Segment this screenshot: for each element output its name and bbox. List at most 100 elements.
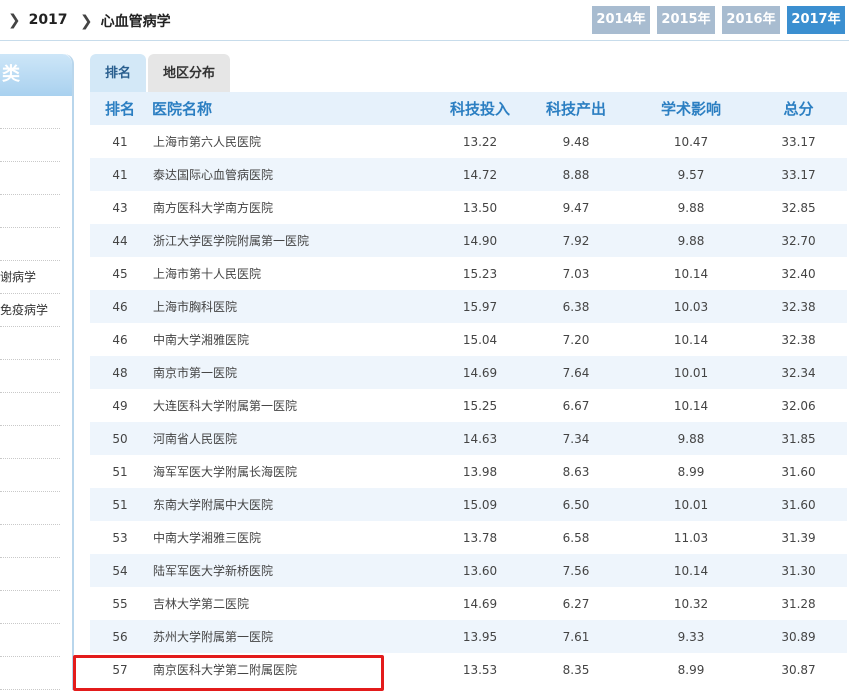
cell-output: 8.63 — [562, 464, 590, 479]
cell-academic: 10.32 — [673, 596, 709, 611]
table-row[interactable]: 43 南方医科大学南方医院 13.50 9.47 9.88 32.85 — [90, 191, 847, 224]
sidebar-item[interactable] — [0, 162, 60, 195]
cell-hospital-name: 上海市第十人民医院 — [153, 267, 262, 281]
cell-hospital-name: 上海市胸科医院 — [153, 300, 238, 314]
table-row[interactable]: 45 上海市第十人民医院 15.23 7.03 10.14 32.40 — [90, 257, 847, 290]
year-selector: 2014年 2015年 2016年 2017年 — [592, 6, 845, 34]
sidebar-item[interactable] — [0, 327, 60, 360]
cell-total: 31.30 — [781, 563, 816, 578]
sidebar-list: 谢病学 免疫病学 — [0, 96, 72, 690]
table-row[interactable]: 56 苏州大学附属第一医院 13.95 7.61 9.33 30.89 — [90, 620, 847, 653]
cell-rank: 45 — [112, 266, 128, 281]
table-row[interactable]: 49 大连医科大学附属第一医院 15.25 6.67 10.14 32.06 — [90, 389, 847, 422]
cell-hospital-name: 河南省人民医院 — [153, 432, 238, 446]
cell-invest: 15.25 — [462, 398, 498, 413]
table-row[interactable]: 46 上海市胸科医院 15.97 6.38 10.03 32.38 — [90, 290, 847, 323]
breadcrumb-subject[interactable]: ❯ 心血管病学 — [80, 11, 171, 31]
cell-output: 6.27 — [562, 596, 590, 611]
table-row[interactable]: 57 南京医科大学第二附属医院 13.53 8.35 8.99 30.87 — [90, 653, 847, 686]
table-row[interactable]: 55 吉林大学第二医院 14.69 6.27 10.32 31.28 — [90, 587, 847, 620]
table-row[interactable]: 51 海军军医大学附属长海医院 13.98 8.63 8.99 31.60 — [90, 455, 847, 488]
cell-invest: 13.78 — [462, 530, 498, 545]
table-row[interactable]: 44 浙江大学医学院附属第一医院 14.90 7.92 9.88 32.70 — [90, 224, 847, 257]
sidebar-item[interactable] — [0, 360, 60, 393]
cell-academic: 9.33 — [677, 629, 705, 644]
cell-hospital-name: 中南大学湘雅医院 — [153, 333, 250, 347]
cell-invest: 14.69 — [462, 596, 498, 611]
sidebar-item[interactable] — [0, 492, 60, 525]
cell-total: 31.39 — [781, 530, 816, 545]
year-button-2016[interactable]: 2016年 — [722, 6, 780, 34]
top-bar: ❯ 2017 ❯ 心血管病学 2014年 2015年 2016年 2017年 — [0, 0, 849, 41]
sidebar-item[interactable] — [0, 426, 60, 459]
cell-rank: 43 — [112, 200, 128, 215]
table-row[interactable]: 41 上海市第六人民医院 13.22 9.48 10.47 33.17 — [90, 125, 847, 158]
cell-total: 33.17 — [781, 167, 816, 182]
sidebar-item[interactable] — [0, 459, 60, 492]
sidebar-item[interactable] — [0, 129, 60, 162]
cell-rank: 49 — [112, 398, 128, 413]
cell-output: 7.56 — [562, 563, 590, 578]
cell-rank: 41 — [112, 167, 128, 182]
cell-academic: 10.01 — [673, 497, 709, 512]
cell-hospital-name: 中南大学湘雅三医院 — [153, 531, 262, 545]
col-invest-header[interactable]: 科技投入 — [440, 98, 520, 119]
cell-total: 32.40 — [781, 266, 816, 281]
cell-invest: 14.90 — [462, 233, 498, 248]
tab-bar: 排名 地区分布 — [90, 54, 230, 92]
cell-output: 7.20 — [562, 332, 590, 347]
cell-academic: 8.99 — [677, 662, 705, 677]
table-row[interactable]: 41 泰达国际心血管病医院 14.72 8.88 9.57 33.17 — [90, 158, 847, 191]
cell-hospital-name: 泰达国际心血管病医院 — [153, 168, 274, 182]
cell-hospital-name: 上海市第六人民医院 — [153, 135, 262, 149]
cell-invest: 13.95 — [462, 629, 498, 644]
breadcrumb-year-label: 2017 — [28, 12, 68, 28]
tab-ranking[interactable]: 排名 — [90, 54, 146, 92]
cell-rank: 56 — [112, 629, 128, 644]
sidebar-item[interactable] — [0, 591, 60, 624]
cell-output: 7.03 — [562, 266, 590, 281]
breadcrumb-year[interactable]: ❯ 2017 — [8, 11, 68, 29]
col-output-header[interactable]: 科技产出 — [520, 98, 632, 119]
cell-rank: 41 — [112, 134, 128, 149]
sidebar-item[interactable]: 免疫病学 — [0, 294, 60, 327]
cell-rank: 55 — [112, 596, 128, 611]
sidebar-item[interactable] — [0, 525, 60, 558]
cell-invest: 15.23 — [462, 266, 498, 281]
sidebar-item[interactable] — [0, 558, 60, 591]
cell-academic: 9.88 — [677, 431, 705, 446]
sidebar-item[interactable] — [0, 96, 60, 129]
sidebar-item[interactable] — [0, 624, 60, 657]
table-body: 41 上海市第六人民医院 13.22 9.48 10.47 33.17 41 泰达国际心血管病… — [90, 125, 847, 686]
cell-rank: 48 — [112, 365, 128, 380]
sidebar-item[interactable] — [0, 228, 60, 261]
ranking-table: 排名 医院名称 科技投入 科技产出 学术影响 总分 41 上海市第六人民医院 13.… — [90, 92, 847, 686]
year-button-2014[interactable]: 2014年 — [592, 6, 650, 34]
table-row[interactable]: 46 中南大学湘雅医院 15.04 7.20 10.14 32.38 — [90, 323, 847, 356]
cell-invest: 13.60 — [462, 563, 498, 578]
col-rank-header[interactable]: 排名 — [90, 98, 150, 119]
sidebar-item[interactable]: 谢病学 — [0, 261, 60, 294]
table-row[interactable]: 48 南京市第一医院 14.69 7.64 10.01 32.34 — [90, 356, 847, 389]
sidebar-item[interactable] — [0, 657, 60, 690]
table-row[interactable]: 51 东南大学附属中大医院 15.09 6.50 10.01 31.60 — [90, 488, 847, 521]
sidebar-item[interactable] — [0, 195, 60, 228]
cell-invest: 14.63 — [462, 431, 498, 446]
table-row[interactable]: 50 河南省人民医院 14.63 7.34 9.88 31.85 — [90, 422, 847, 455]
cell-total: 32.38 — [781, 299, 816, 314]
sidebar-item[interactable] — [0, 393, 60, 426]
tab-region-distribution[interactable]: 地区分布 — [148, 54, 230, 92]
cell-hospital-name: 大连医科大学附属第一医院 — [153, 399, 298, 413]
cell-hospital-name: 东南大学附属中大医院 — [153, 498, 274, 512]
cell-total: 32.70 — [781, 233, 816, 248]
col-academic-header[interactable]: 学术影响 — [632, 98, 750, 119]
table-row[interactable]: 54 陆军军医大学新桥医院 13.60 7.56 10.14 31.30 — [90, 554, 847, 587]
year-button-2017[interactable]: 2017年 — [787, 6, 845, 34]
breadcrumb-subject-label: 心血管病学 — [100, 14, 171, 30]
col-name-header[interactable]: 医院名称 — [150, 98, 440, 119]
cell-output: 6.58 — [562, 530, 590, 545]
year-button-2015[interactable]: 2015年 — [657, 6, 715, 34]
table-row[interactable]: 53 中南大学湘雅三医院 13.78 6.58 11.03 31.39 — [90, 521, 847, 554]
col-total-header[interactable]: 总分 — [750, 98, 847, 119]
cell-total: 32.06 — [781, 398, 816, 413]
